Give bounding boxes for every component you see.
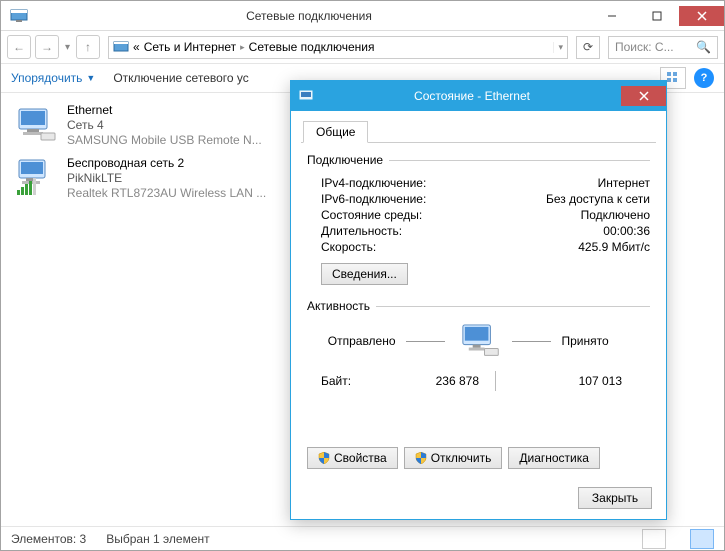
chevron-right-icon[interactable]: ▸: [240, 42, 245, 53]
back-button[interactable]: ←: [7, 35, 31, 59]
chevron-down-icon: ▼: [86, 73, 95, 83]
duration-label: Длительность:: [321, 224, 402, 238]
refresh-button[interactable]: ⟳: [576, 36, 600, 59]
search-icon: 🔍: [696, 40, 711, 54]
bytes-label: Байт:: [321, 374, 369, 388]
tab-general[interactable]: Общие: [303, 121, 368, 143]
connection-network: Сеть 4: [67, 118, 277, 133]
properties-button[interactable]: Свойства: [307, 447, 398, 469]
media-value: Подключено: [581, 208, 650, 222]
connection-device: SAMSUNG Mobile USB Remote N...: [67, 133, 277, 148]
ipv4-value: Интернет: [598, 176, 650, 190]
connection-network: PikNikLTE: [67, 171, 277, 186]
list-item[interactable]: Ethernet Сеть 4 SAMSUNG Mobile USB Remot…: [11, 99, 281, 152]
view-details-button[interactable]: [642, 529, 666, 549]
minimize-button[interactable]: [589, 6, 634, 26]
location-icon: [113, 39, 129, 55]
search-input[interactable]: Поиск: С... 🔍: [608, 36, 718, 59]
diagnostics-button[interactable]: Диагностика: [508, 447, 600, 469]
tab-strip: Общие: [301, 119, 656, 143]
navbar: ← → ▾ ↑ « Сеть и Интернет ▸ Сетевые подк…: [1, 31, 724, 63]
statusbar: Элементов: 3 Выбран 1 элемент: [1, 526, 724, 550]
media-label: Состояние среды:: [321, 208, 422, 222]
dialog-close-button[interactable]: [621, 86, 666, 106]
connection-name: Ethernet: [67, 103, 277, 118]
up-button[interactable]: ↑: [76, 35, 100, 59]
bytes-recv: 107 013: [512, 374, 622, 388]
dialog-title: Состояние - Ethernet: [323, 89, 621, 103]
app-icon: [9, 6, 29, 26]
close-dialog-button[interactable]: Закрыть: [578, 487, 652, 509]
speed-label: Скорость:: [321, 240, 376, 254]
duration-value: 00:00:36: [603, 224, 650, 238]
speed-value: 425.9 Мбит/с: [578, 240, 650, 254]
view-tiles-button[interactable]: [690, 529, 714, 549]
ipv6-label: IPv6-подключение:: [321, 192, 426, 206]
sent-label: Отправлено: [307, 334, 396, 348]
disable-label: Отключить: [431, 451, 492, 465]
breadcrumb-prefix: «: [133, 40, 140, 54]
activity-icon: [455, 321, 502, 361]
connection-name: Беспроводная сеть 2: [67, 156, 277, 171]
search-placeholder: Поиск: С...: [615, 40, 696, 54]
shield-icon: [415, 452, 427, 464]
organize-menu[interactable]: Упорядочить: [11, 71, 82, 85]
disable-button[interactable]: Отключить: [404, 447, 503, 469]
titlebar: Сетевые подключения: [1, 1, 724, 31]
forward-button[interactable]: →: [35, 35, 59, 59]
ethernet-icon: [15, 103, 57, 145]
close-button[interactable]: [679, 6, 724, 26]
details-button[interactable]: Сведения...: [321, 263, 408, 285]
status-dialog: Состояние - Ethernet Общие Подключение I…: [290, 80, 667, 520]
address-dropdown[interactable]: ▾: [553, 42, 563, 53]
maximize-button[interactable]: [634, 6, 679, 26]
group-connection: Подключение: [307, 153, 383, 167]
breadcrumb-item[interactable]: Сеть и Интернет: [144, 40, 236, 54]
breadcrumb-item[interactable]: Сетевые подключения: [249, 40, 375, 54]
recent-dropdown[interactable]: ▾: [63, 42, 72, 53]
dialog-titlebar[interactable]: Состояние - Ethernet: [291, 81, 666, 111]
group-activity: Активность: [307, 299, 370, 313]
connection-device: Realtek RTL8723AU Wireless LAN ...: [67, 186, 277, 201]
window-title: Сетевые подключения: [29, 9, 589, 23]
properties-label: Свойства: [334, 451, 387, 465]
ipv4-label: IPv4-подключение:: [321, 176, 426, 190]
network-icon: [299, 88, 315, 104]
status-selected: Выбран 1 элемент: [106, 532, 209, 546]
disable-device-action[interactable]: Отключение сетевого ус: [113, 71, 248, 85]
address-bar[interactable]: « Сеть и Интернет ▸ Сетевые подключения …: [108, 36, 568, 59]
shield-icon: [318, 452, 330, 464]
list-item[interactable]: Беспроводная сеть 2 PikNikLTE Realtek RT…: [11, 152, 281, 205]
recv-label: Принято: [561, 334, 650, 348]
bytes-sent: 236 878: [369, 374, 479, 388]
ipv6-value: Без доступа к сети: [546, 192, 650, 206]
help-button[interactable]: ?: [694, 68, 714, 88]
status-element-count: Элементов: 3: [11, 532, 86, 546]
wifi-icon: [15, 156, 57, 198]
